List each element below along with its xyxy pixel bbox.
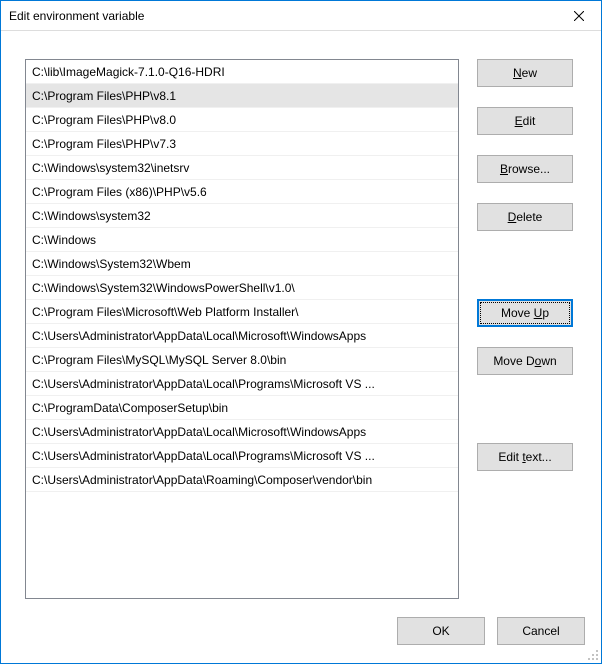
edit-text-button[interactable]: Edit text... xyxy=(477,443,573,471)
titlebar: Edit environment variable xyxy=(1,1,601,31)
ok-button[interactable]: OK xyxy=(397,617,485,645)
close-icon xyxy=(574,11,584,21)
browse-button[interactable]: Browse... xyxy=(477,155,573,183)
close-button[interactable] xyxy=(556,1,601,30)
list-item[interactable]: C:\Windows xyxy=(26,228,458,252)
list-item[interactable]: C:\Windows\System32\WindowsPowerShell\v1… xyxy=(26,276,458,300)
list-item[interactable]: C:\Program Files\PHP\v7.3 xyxy=(26,132,458,156)
content-area: C:\lib\ImageMagick-7.1.0-Q16-HDRIC:\Prog… xyxy=(1,31,601,605)
list-item[interactable]: C:\Program Files (x86)\PHP\v5.6 xyxy=(26,180,458,204)
list-item[interactable]: C:\Windows\system32 xyxy=(26,204,458,228)
list-item[interactable]: C:\Users\Administrator\AppData\Local\Mic… xyxy=(26,420,458,444)
delete-button[interactable]: Delete xyxy=(477,203,573,231)
cancel-button[interactable]: Cancel xyxy=(497,617,585,645)
list-item[interactable]: C:\Windows\System32\Wbem xyxy=(26,252,458,276)
dialog-footer: OK Cancel xyxy=(1,605,601,663)
list-item[interactable]: C:\Program Files\PHP\v8.0 xyxy=(26,108,458,132)
list-item[interactable]: C:\Users\Administrator\AppData\Local\Mic… xyxy=(26,324,458,348)
list-item[interactable]: C:\Windows\system32\inetsrv xyxy=(26,156,458,180)
list-item[interactable]: C:\ProgramData\ComposerSetup\bin xyxy=(26,396,458,420)
path-listbox[interactable]: C:\lib\ImageMagick-7.1.0-Q16-HDRIC:\Prog… xyxy=(25,59,459,599)
list-item[interactable]: C:\Users\Administrator\AppData\Local\Pro… xyxy=(26,444,458,468)
dialog-title: Edit environment variable xyxy=(9,9,144,23)
list-item[interactable]: C:\Program Files\Microsoft\Web Platform … xyxy=(26,300,458,324)
edit-button[interactable]: Edit xyxy=(477,107,573,135)
list-item[interactable]: C:\Users\Administrator\AppData\Local\Pro… xyxy=(26,372,458,396)
resize-grip-icon[interactable] xyxy=(587,649,599,661)
list-item[interactable]: C:\Users\Administrator\AppData\Roaming\C… xyxy=(26,468,458,492)
list-item[interactable]: C:\Program Files\MySQL\MySQL Server 8.0\… xyxy=(26,348,458,372)
move-up-button[interactable]: Move Up xyxy=(477,299,573,327)
button-sidebar: New Edit Browse... Delete Move Up Move D… xyxy=(477,59,573,605)
new-button[interactable]: New xyxy=(477,59,573,87)
list-item[interactable]: C:\lib\ImageMagick-7.1.0-Q16-HDRI xyxy=(26,60,458,84)
move-down-button[interactable]: Move Down xyxy=(477,347,573,375)
list-item[interactable]: C:\Program Files\PHP\v8.1 xyxy=(26,84,458,108)
dialog-window: Edit environment variable C:\lib\ImageMa… xyxy=(0,0,602,664)
